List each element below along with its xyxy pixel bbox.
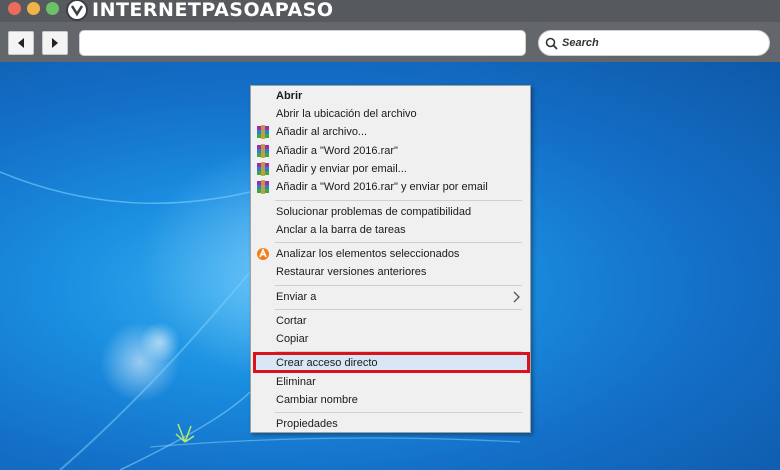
menu-item-label: Cortar bbox=[276, 315, 307, 327]
menu-item-cambiar-nombre[interactable]: Cambiar nombre bbox=[251, 391, 530, 409]
forward-arrow-icon bbox=[52, 38, 58, 48]
menu-item-analizar[interactable]: Analizar los elementos seleccionados bbox=[251, 245, 530, 263]
menu-separator bbox=[275, 412, 522, 413]
menu-item-label: Analizar los elementos seleccionados bbox=[276, 248, 460, 260]
minimize-window-button[interactable] bbox=[27, 2, 40, 15]
menu-item-cortar[interactable]: Cortar bbox=[251, 312, 530, 330]
winrar-icon bbox=[257, 125, 269, 139]
forward-button[interactable] bbox=[42, 31, 68, 55]
title-bar: INTERNETPASOAPASO bbox=[0, 0, 780, 22]
menu-item-anadir-enviar[interactable]: Añadir y enviar por email... bbox=[251, 160, 530, 178]
menu-item-label: Propiedades bbox=[276, 418, 338, 430]
menu-item-abrir-ubicacion[interactable]: Abrir la ubicación del archivo bbox=[251, 105, 530, 123]
menu-item-eliminar[interactable]: Eliminar bbox=[251, 373, 530, 391]
menu-item-label: Añadir y enviar por email... bbox=[276, 163, 407, 175]
menu-item-abrir[interactable]: Abrir bbox=[251, 87, 530, 105]
menu-item-anadir-archivo[interactable]: Añadir al archivo... bbox=[251, 123, 530, 141]
menu-item-label: Abrir la ubicación del archivo bbox=[276, 108, 417, 120]
search-input[interactable]: Search bbox=[538, 30, 770, 56]
logo-text: INTERNETPASOAPASO bbox=[92, 0, 334, 21]
search-icon bbox=[545, 37, 558, 50]
site-logo: INTERNETPASOAPASO bbox=[66, 0, 334, 21]
menu-item-anadir-rar[interactable]: Añadir a "Word 2016.rar" bbox=[251, 142, 530, 160]
menu-item-anclar[interactable]: Anclar a la barra de tareas bbox=[251, 221, 530, 239]
menu-separator bbox=[275, 200, 522, 201]
menu-item-label: Enviar a bbox=[276, 291, 317, 303]
menu-item-crear-acceso[interactable]: Crear acceso directo bbox=[251, 354, 530, 372]
logo-badge-icon bbox=[66, 0, 88, 21]
menu-item-restaurar[interactable]: Restaurar versiones anteriores bbox=[251, 263, 530, 281]
browser-chrome: INTERNETPASOAPASO Search bbox=[0, 0, 780, 62]
menu-item-label: Cambiar nombre bbox=[276, 394, 358, 406]
menu-separator bbox=[275, 242, 522, 243]
avast-icon bbox=[257, 247, 269, 260]
menu-separator bbox=[275, 285, 522, 286]
menu-item-label: Añadir a "Word 2016.rar" bbox=[276, 145, 398, 157]
menu-item-label: Crear acceso directo bbox=[276, 357, 378, 369]
winrar-icon bbox=[257, 180, 269, 194]
menu-separator bbox=[275, 309, 522, 310]
menu-item-anadir-rar-enviar[interactable]: Añadir a "Word 2016.rar" y enviar por em… bbox=[251, 178, 530, 196]
winrar-icon bbox=[257, 162, 269, 176]
menu-item-label: Restaurar versiones anteriores bbox=[276, 266, 427, 278]
search-placeholder: Search bbox=[562, 37, 599, 49]
menu-item-label: Solucionar problemas de compatibilidad bbox=[276, 206, 472, 218]
back-arrow-icon bbox=[18, 38, 24, 48]
menu-item-label: Abrir bbox=[276, 90, 303, 102]
menu-item-label: Copiar bbox=[276, 333, 309, 345]
menu-item-copiar[interactable]: Copiar bbox=[251, 330, 530, 348]
address-bar[interactable] bbox=[79, 30, 526, 56]
back-button[interactable] bbox=[8, 31, 34, 55]
menu-item-propiedades[interactable]: Propiedades bbox=[251, 415, 530, 433]
browser-toolbar: Search bbox=[0, 22, 780, 62]
winrar-icon bbox=[257, 144, 269, 158]
context-menu: Abrir Abrir la ubicación del archivo Aña… bbox=[250, 85, 531, 433]
menu-item-label: Eliminar bbox=[276, 376, 316, 388]
menu-item-label: Añadir al archivo... bbox=[276, 126, 368, 138]
menu-item-label: Añadir a "Word 2016.rar" y enviar por em… bbox=[276, 181, 488, 193]
menu-separator bbox=[275, 351, 522, 352]
maximize-window-button[interactable] bbox=[46, 2, 59, 15]
close-window-button[interactable] bbox=[8, 2, 21, 15]
chevron-right-icon bbox=[513, 291, 520, 303]
menu-item-label: Anclar a la barra de tareas bbox=[276, 224, 406, 236]
menu-item-solucionar[interactable]: Solucionar problemas de compatibilidad bbox=[251, 203, 530, 221]
menu-item-enviar-a[interactable]: Enviar a bbox=[251, 288, 530, 306]
